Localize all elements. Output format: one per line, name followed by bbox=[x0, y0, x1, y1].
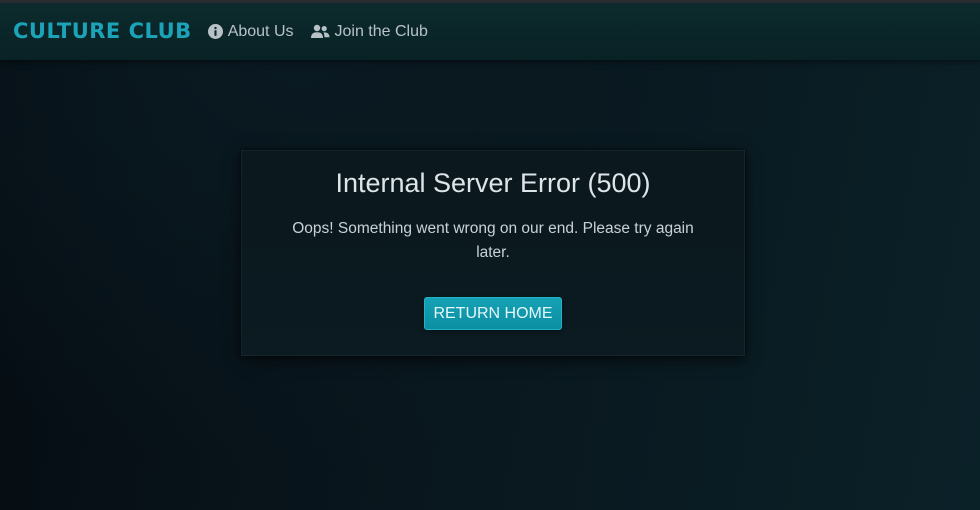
return-home-button[interactable]: Return Home bbox=[424, 297, 562, 330]
error-card: Internal Server Error (500) Oops! Someth… bbox=[241, 150, 745, 356]
nav-link-label: Join the Club bbox=[334, 22, 428, 40]
error-message: Oops! Something went wrong on our end. P… bbox=[292, 220, 694, 261]
nav-link-join-the-club[interactable]: Join the Club bbox=[310, 23, 428, 41]
nav-link-about-us[interactable]: About Us bbox=[207, 22, 294, 41]
error-title: Internal Server Error (500) bbox=[335, 168, 651, 198]
nav-link-label: About Us bbox=[227, 22, 294, 40]
navbar: CULTURE CLUB About Us Join the Club bbox=[0, 3, 980, 60]
info-circle-icon bbox=[207, 24, 223, 39]
brand-logo[interactable]: CULTURE CLUB bbox=[13, 21, 192, 42]
users-icon bbox=[310, 24, 329, 38]
